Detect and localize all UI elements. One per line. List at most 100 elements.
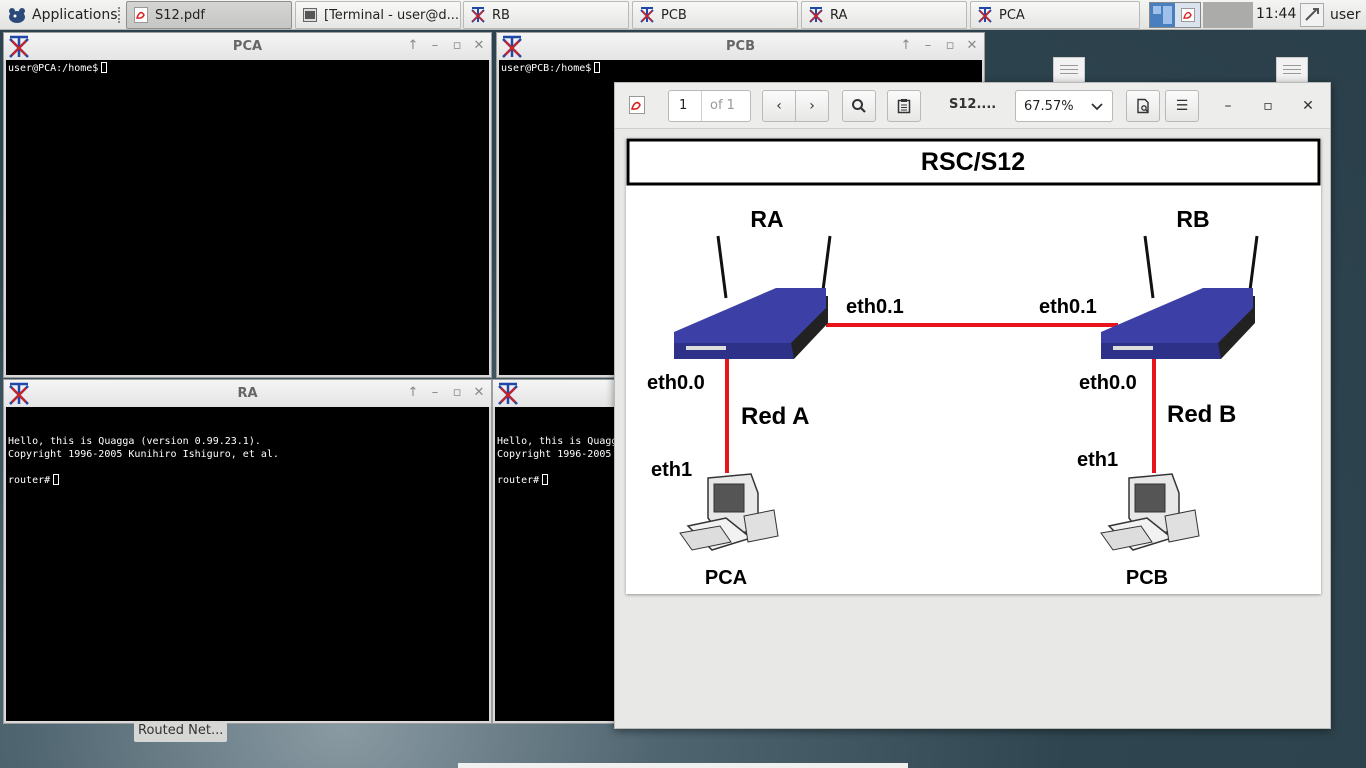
zoom-select[interactable]: 67.57% — [1015, 90, 1113, 122]
desktop-file-icon[interactable] — [1053, 57, 1085, 83]
shell-prompt: user@PCA:/home$ — [8, 63, 99, 74]
copyright-line: Copyright 1996-2005 — [497, 449, 612, 460]
task-pcb[interactable]: PCB — [632, 1, 798, 29]
task-ra[interactable]: RA — [801, 1, 967, 29]
task-label: RA — [830, 7, 848, 23]
page-number-input[interactable]: 1 — [669, 91, 702, 121]
workspace-pager[interactable] — [1149, 2, 1201, 28]
task-label: RB — [492, 7, 510, 23]
terminal-cursor — [594, 62, 601, 73]
document-search-icon — [1137, 98, 1149, 114]
zoom-value: 67.57% — [1024, 98, 1074, 114]
applications-menu[interactable]: Applications — [2, 2, 122, 28]
task-label: PCA — [999, 7, 1025, 23]
page-count-label: of 1 — [710, 98, 735, 113]
shell-prompt: user@PCB:/home$ — [501, 63, 592, 74]
annotations-button[interactable] — [1126, 90, 1160, 122]
workspace-3[interactable] — [1203, 2, 1253, 28]
terminal-cursor — [53, 474, 60, 485]
eth00-b-label: eth0.0 — [1079, 372, 1137, 394]
window-pca[interactable]: PCA ↑ – ▫ ✕ user@PCA:/home$ — [3, 32, 492, 378]
close-button[interactable]: ✕ — [473, 385, 485, 400]
pc-b-label: PCB — [1126, 567, 1168, 589]
clipboard-icon — [897, 99, 911, 114]
close-button[interactable]: ✕ — [473, 38, 485, 53]
net-b-label: Red B — [1167, 401, 1236, 428]
pdf-icon — [1180, 8, 1195, 22]
eth01-a-label: eth0.1 — [846, 296, 904, 318]
copyright-line: Copyright 1996-2005 Kunihiro Ishiguro, e… — [8, 449, 279, 460]
maximize-button[interactable]: ▫ — [944, 38, 956, 53]
task-pca[interactable]: PCA — [970, 1, 1140, 29]
task-terminal[interactable]: [Terminal - user@d... — [295, 1, 461, 29]
taskbar: Applications S12.pdf [Terminal - user@d.… — [0, 0, 1366, 30]
quagga-banner-line: Hello, this is Quagga (version 0.99.23.1… — [8, 436, 261, 447]
terminal-output[interactable]: Hello, this is Quagga (version 0.99.23.1… — [6, 407, 489, 721]
desktop-icon-label[interactable]: Routed Net... — [134, 721, 228, 742]
diagram-title: RSC/S12 — [921, 148, 1025, 176]
window-titlebar[interactable]: RA ↑ – ▫ ✕ — [4, 380, 491, 407]
maximize-button[interactable]: ▫ — [451, 38, 463, 53]
net-a-label: Red A — [741, 403, 809, 430]
router-prompt: router# — [8, 475, 51, 486]
pc-b-icon — [1100, 473, 1200, 551]
chevron-right-icon: › — [809, 98, 815, 114]
next-page-button[interactable]: › — [795, 90, 829, 122]
sidebar-toggle-button[interactable] — [887, 90, 921, 122]
pdf-viewer-window[interactable]: 1 of 1 ‹ › S12.... 67.57% ☰ – ▫ ✕ RSC/S1… — [614, 82, 1331, 729]
shade-button[interactable]: ↑ — [407, 38, 419, 53]
minimize-button[interactable]: – — [922, 38, 934, 53]
username-label: user — [1330, 7, 1361, 23]
eth00-a-label: eth0.0 — [647, 372, 705, 394]
workspace-1[interactable] — [1150, 3, 1175, 27]
workspace-2[interactable] — [1175, 3, 1200, 27]
router-prompt: router# — [497, 475, 540, 486]
panel-separator — [118, 7, 122, 23]
hamburger-menu-icon: ☰ — [1175, 98, 1189, 114]
search-button[interactable] — [842, 90, 876, 122]
network-diagram: RSC/S12 RA RB eth0.1 eth0.1 eth0.0 eth0.… — [626, 138, 1321, 589]
chevron-left-icon: ‹ — [776, 98, 782, 114]
pdf-app-icon — [627, 95, 647, 115]
window-titlebar[interactable]: PCB ↑ – ▫ ✕ — [497, 33, 984, 60]
x-icon — [470, 7, 486, 23]
desktop-file-icon[interactable] — [1276, 57, 1308, 83]
close-button[interactable]: ✕ — [966, 38, 978, 53]
maximize-button[interactable]: ▫ — [451, 385, 463, 400]
task-label: [Terminal - user@d... — [324, 7, 459, 23]
pc-a-icon — [679, 473, 779, 551]
task-s12-pdf[interactable]: S12.pdf — [126, 1, 292, 29]
terminal-output[interactable]: user@PCA:/home$ — [6, 60, 489, 375]
x-icon — [977, 7, 993, 23]
clock[interactable]: 11:44 — [1256, 6, 1296, 22]
shade-button[interactable]: ↑ — [900, 38, 912, 53]
eth1-b-label: eth1 — [1077, 449, 1118, 471]
maximize-button[interactable]: ▫ — [1258, 96, 1278, 116]
previous-page-button[interactable]: ‹ — [762, 90, 796, 122]
desktop-strip — [458, 763, 908, 768]
applications-label: Applications — [32, 7, 118, 23]
minimize-button[interactable]: – — [1218, 96, 1238, 116]
pdf-icon — [133, 7, 149, 23]
shade-button[interactable]: ↑ — [407, 385, 419, 400]
xfce-mouse-icon — [6, 4, 28, 26]
window-titlebar[interactable]: PCA ↑ – ▫ ✕ — [4, 33, 491, 60]
minimize-button[interactable]: – — [429, 385, 441, 400]
document-title: S12.... — [949, 97, 997, 112]
page-number-field[interactable]: 1 of 1 — [668, 90, 751, 122]
x-icon — [496, 382, 520, 406]
pc-a-label: PCA — [705, 567, 747, 589]
window-ra[interactable]: RA ↑ – ▫ ✕ Hello, this is Quagga (versio… — [3, 379, 492, 724]
x-icon — [639, 7, 655, 23]
terminal-cursor — [101, 62, 108, 73]
task-rb[interactable]: RB — [463, 1, 629, 29]
close-button[interactable]: ✕ — [1298, 96, 1318, 116]
search-icon — [852, 99, 866, 113]
router-b-label: RB — [1176, 206, 1209, 232]
terminal-cursor — [542, 474, 549, 485]
eth1-a-label: eth1 — [651, 459, 692, 481]
minimize-button[interactable]: – — [429, 38, 441, 53]
user-menu[interactable]: user — [1300, 1, 1361, 29]
menu-button[interactable]: ☰ — [1165, 90, 1199, 122]
terminal-icon — [302, 7, 318, 23]
